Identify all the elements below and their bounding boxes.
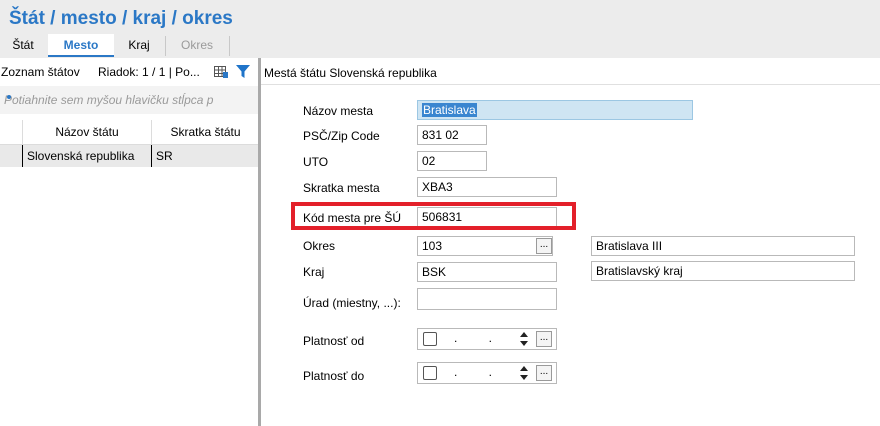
state-grid-header: Názov štátu Skratka štátu: [0, 120, 258, 145]
urad-input[interactable]: [417, 288, 557, 310]
skratka-input[interactable]: XBA3: [417, 177, 557, 197]
psc-label: PSČ/Zip Code: [303, 129, 380, 143]
okres-name-field: Bratislava III: [591, 236, 855, 256]
cell-state-name: Slovenská republika: [22, 145, 151, 167]
skratka-label: Skratka mesta: [303, 181, 380, 195]
platnost-do-browse-button[interactable]: ...: [536, 365, 552, 381]
kraj-label: Kraj: [303, 265, 325, 279]
cell-state-code: SR: [151, 145, 258, 167]
platnost-od-spinner-icon[interactable]: [519, 330, 529, 348]
state-list-panel: Zoznam štátov Riadok: 1 / 1 | Po... Poti…: [0, 58, 258, 426]
filter-icon[interactable]: [236, 65, 250, 79]
tab-separator: [229, 36, 230, 56]
current-row-indicator: [7, 95, 11, 99]
city-detail-panel: Mestá štátu Slovenská republika Názov me…: [261, 58, 880, 426]
row-indicator: Riadok: 1 / 1 | Po...: [98, 65, 200, 79]
platnost-od-label: Platnosť od: [303, 334, 365, 348]
column-header-skratka[interactable]: Skratka štátu: [151, 120, 259, 144]
platnost-do-checkbox[interactable]: [423, 366, 437, 380]
page-title: Štát / mesto / kraj / okres: [9, 8, 233, 29]
platnost-do-date: . .: [454, 365, 507, 379]
tab-kraj[interactable]: Kraj: [116, 34, 162, 57]
platnost-od-browse-button[interactable]: ...: [536, 331, 552, 347]
platnost-od-checkbox[interactable]: [423, 332, 437, 346]
state-list-toolbar: Zoznam štátov Riadok: 1 / 1 | Po...: [0, 58, 258, 86]
tab-mesto[interactable]: Mesto: [48, 34, 114, 57]
state-list-label: Zoznam štátov: [1, 65, 80, 79]
kraj-input[interactable]: BSK: [417, 262, 557, 282]
urad-label: Úrad (miestny, ...):: [303, 296, 401, 310]
psc-input[interactable]: 831 02: [417, 125, 487, 145]
uto-label: UTO: [303, 155, 329, 169]
group-by-hint[interactable]: Potiahnite sem myšou hlavičku stĺpca p: [0, 86, 258, 114]
okres-browse-button[interactable]: ...: [536, 238, 552, 254]
column-header-nazov[interactable]: Názov štátu: [22, 120, 151, 144]
table-row[interactable]: Slovenská republika SR: [0, 145, 258, 167]
platnost-do-spinner-icon[interactable]: [519, 364, 529, 382]
okres-input[interactable]: 103: [417, 236, 553, 256]
city-panel-title: Mestá štátu Slovenská republika: [264, 66, 437, 80]
nazov-label: Názov mesta: [303, 104, 374, 118]
platnost-do-label: Platnosť do: [303, 369, 365, 383]
okres-label: Okres: [303, 239, 336, 253]
nazov-value: Bratislava: [422, 103, 477, 117]
platnost-od-date: . .: [454, 331, 507, 345]
highlight-box: [291, 202, 576, 230]
nazov-input[interactable]: Bratislava: [417, 100, 693, 120]
grid-settings-icon[interactable]: [214, 66, 228, 78]
uto-input[interactable]: 02: [417, 151, 487, 171]
tab-okres[interactable]: Okres: [166, 34, 228, 57]
tab-stat[interactable]: Štát: [0, 34, 46, 57]
header: Štát / mesto / kraj / okres Štát Mesto K…: [0, 0, 880, 58]
divider: [261, 84, 880, 85]
kraj-name-field: Bratislavský kraj: [591, 261, 855, 281]
